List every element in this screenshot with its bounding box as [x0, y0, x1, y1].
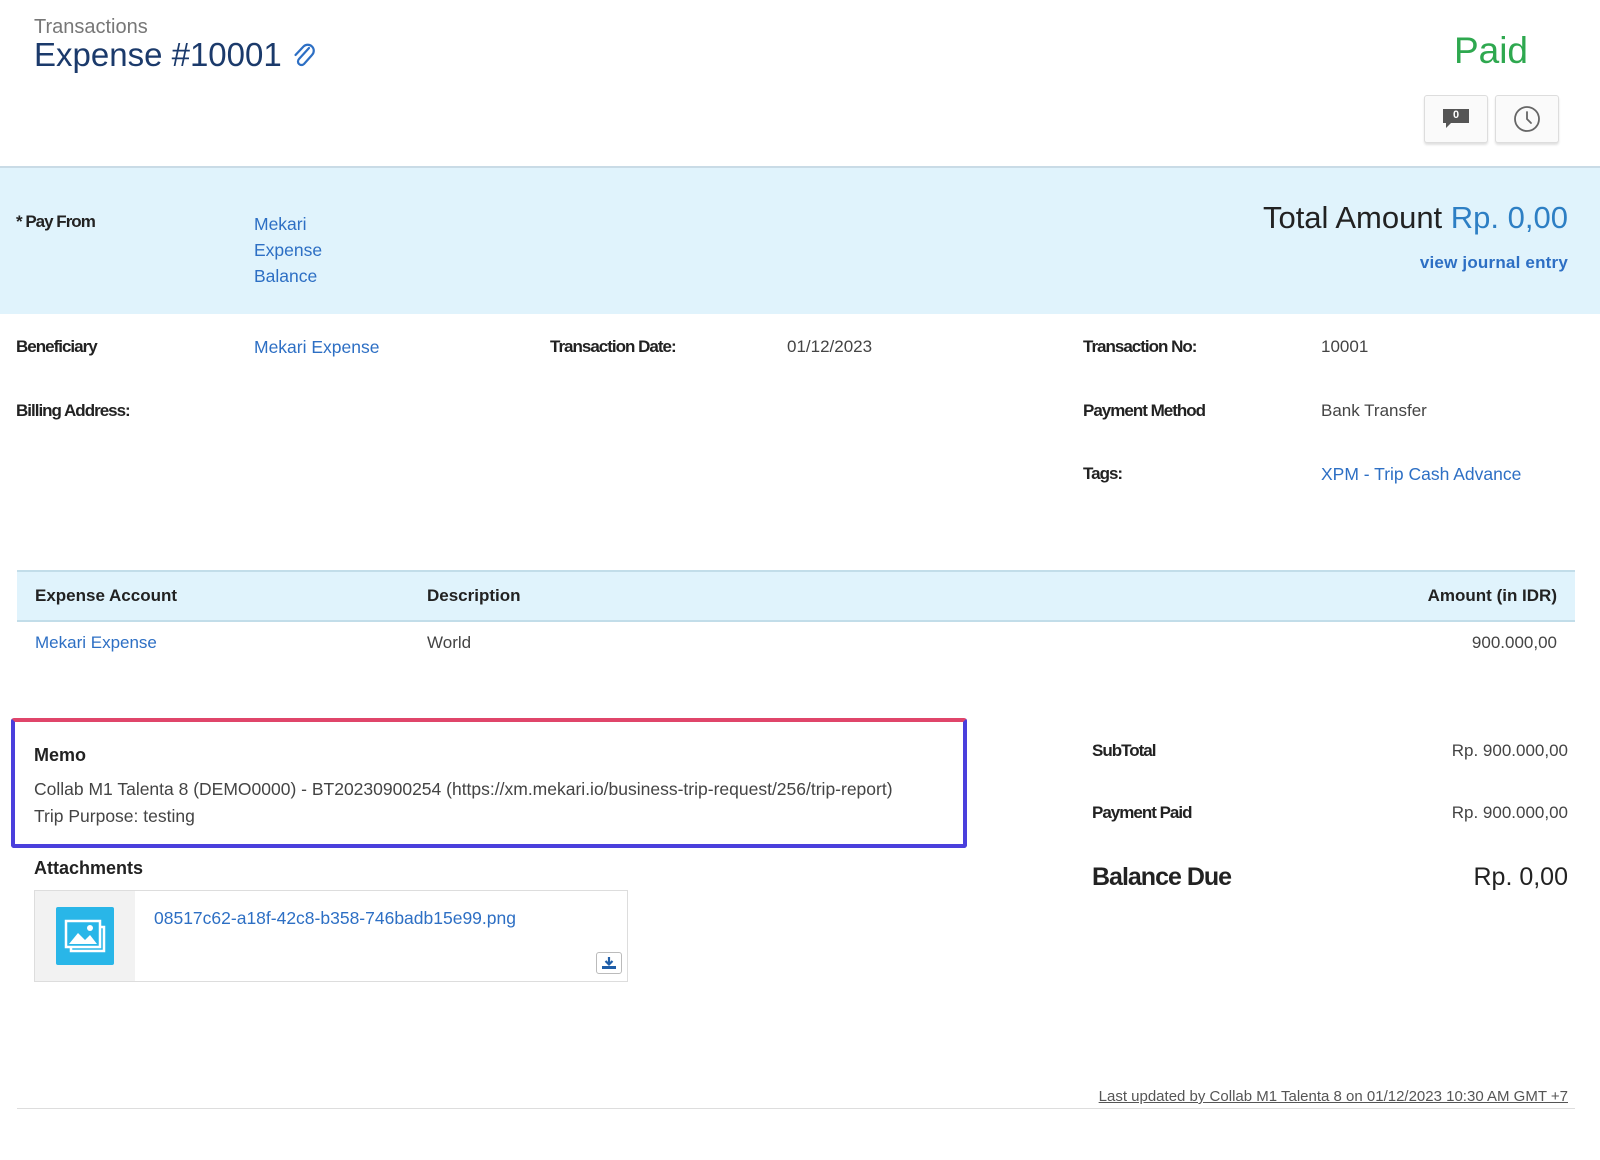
payment-method-label: Payment Method	[1083, 401, 1206, 420]
attachments-title: Attachments	[34, 858, 144, 878]
image-file-icon	[56, 907, 114, 965]
history-clock-icon	[1514, 106, 1540, 132]
beneficiary-value[interactable]: Mekari Expense	[254, 337, 379, 358]
transaction-date-label: Transaction Date:	[550, 337, 677, 356]
billing-address-label: Billing Address:	[16, 401, 131, 420]
view-journal-entry-link[interactable]: view journal entry	[1420, 253, 1568, 273]
row-expense-account: Mekari Expense	[17, 621, 409, 664]
memo-text-line: Trip Purpose: testing	[34, 806, 195, 826]
payment-paid-value: Rp. 900.000,00	[1451, 803, 1568, 822]
row-amount: 900.000,00	[1471, 633, 1557, 652]
attachment-thumbnail[interactable]	[35, 891, 135, 981]
tags-label: Tags:	[1083, 464, 1123, 483]
transaction-date-value: 01/12/2023	[787, 337, 873, 356]
pay-from-account-line[interactable]: Mekari	[254, 211, 322, 237]
expense-items-table: Expense Account Description Amount (in I…	[17, 570, 1575, 664]
download-button[interactable]	[596, 952, 622, 974]
paperclip-icon[interactable]	[292, 40, 316, 70]
transaction-no-value: 10001	[1321, 337, 1369, 356]
comment-icon: 0	[1441, 108, 1471, 130]
page-title: Expense #10001	[34, 36, 316, 74]
total-amount: Total Amount Rp. 0,00	[1263, 200, 1568, 236]
payment-method-value: Bank Transfer	[1321, 401, 1427, 420]
tag-link[interactable]: XPM - Trip Cash Advance	[1321, 464, 1521, 485]
history-button[interactable]	[1495, 95, 1559, 143]
total-amount-label: Total Amount	[1262, 200, 1451, 235]
payment-paid-label: Payment Paid	[1092, 803, 1192, 822]
pay-from-account-line[interactable]: Expense	[254, 237, 322, 263]
memo-text-line: Collab M1 Talenta 8 (DEMO0000) - BT20230…	[34, 779, 893, 799]
download-icon	[602, 957, 616, 969]
page-title-text: Expense #10001	[34, 36, 282, 73]
total-amount-value: Rp. 0,00	[1450, 200, 1568, 235]
subtotal-label: SubTotal	[1092, 741, 1156, 760]
comments-button[interactable]: 0	[1424, 95, 1488, 143]
pay-from-panel	[0, 168, 1600, 314]
column-header-description: Description	[409, 570, 922, 622]
attachment-file-link[interactable]: 08517c62-a18f-42c8-b358-746badb15e99.png	[154, 908, 516, 929]
memo-title: Memo	[34, 745, 87, 765]
status-badge: Paid	[1453, 30, 1528, 71]
balance-due-value: Rp. 0,00	[1473, 863, 1568, 891]
column-header-amount: Amount (in IDR)	[921, 570, 1575, 622]
comment-count: 0	[1452, 109, 1460, 121]
beneficiary-label: Beneficiary	[16, 337, 98, 356]
pay-from-label: * Pay From	[16, 212, 96, 231]
last-updated-link[interactable]: Last updated by Collab M1 Talenta 8 on 0…	[1099, 1088, 1568, 1105]
pay-from-account[interactable]: Mekari Expense Balance	[254, 211, 322, 289]
column-header-expense-account: Expense Account	[17, 570, 409, 622]
subtotal-value: Rp. 900.000,00	[1451, 741, 1568, 760]
row-description: World	[427, 633, 472, 652]
transaction-no-label: Transaction No:	[1083, 337, 1197, 356]
pay-from-account-line[interactable]: Balance	[254, 263, 322, 289]
table-header-row: Expense Account Description Amount (in I…	[17, 570, 1575, 622]
footer-divider	[17, 1108, 1575, 1109]
table-row: Mekari Expense World 900.000,00	[17, 621, 1575, 664]
balance-due-label: Balance Due	[1092, 863, 1232, 891]
expense-account-link[interactable]: Mekari Expense	[35, 633, 157, 652]
